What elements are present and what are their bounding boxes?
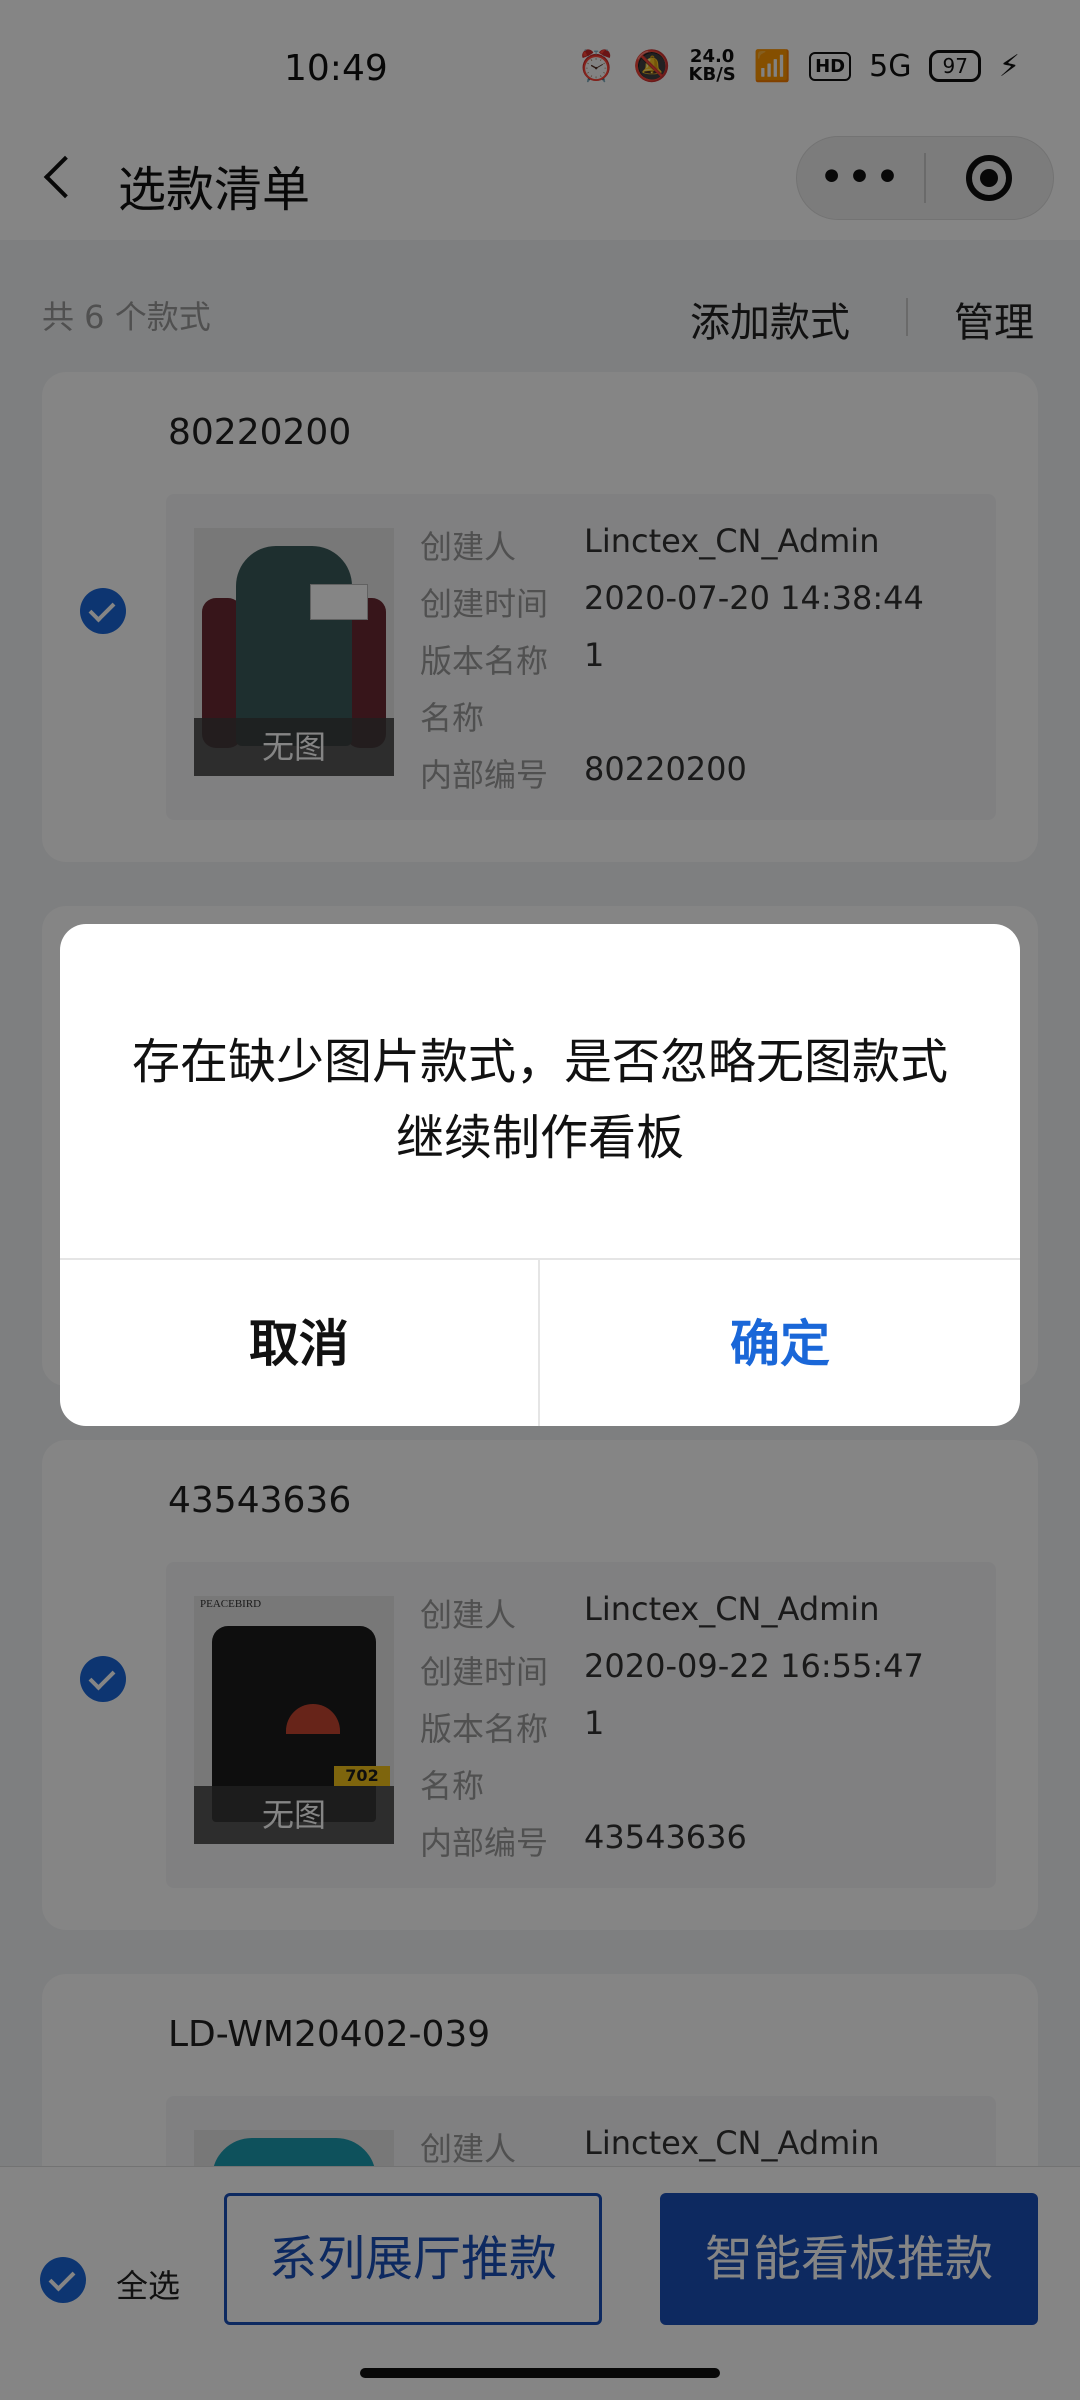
confirm-button[interactable]: 确定 [540,1260,1020,1426]
dialog-message: 存在缺少图片款式，是否忽略无图款式继续制作看板 [131,1034,948,1166]
cancel-button[interactable]: 取消 [60,1260,540,1426]
confirm-dialog: 存在缺少图片款式，是否忽略无图款式继续制作看板 取消 确定 [60,924,1020,1426]
dialog-actions: 取消 确定 [60,1258,1020,1426]
